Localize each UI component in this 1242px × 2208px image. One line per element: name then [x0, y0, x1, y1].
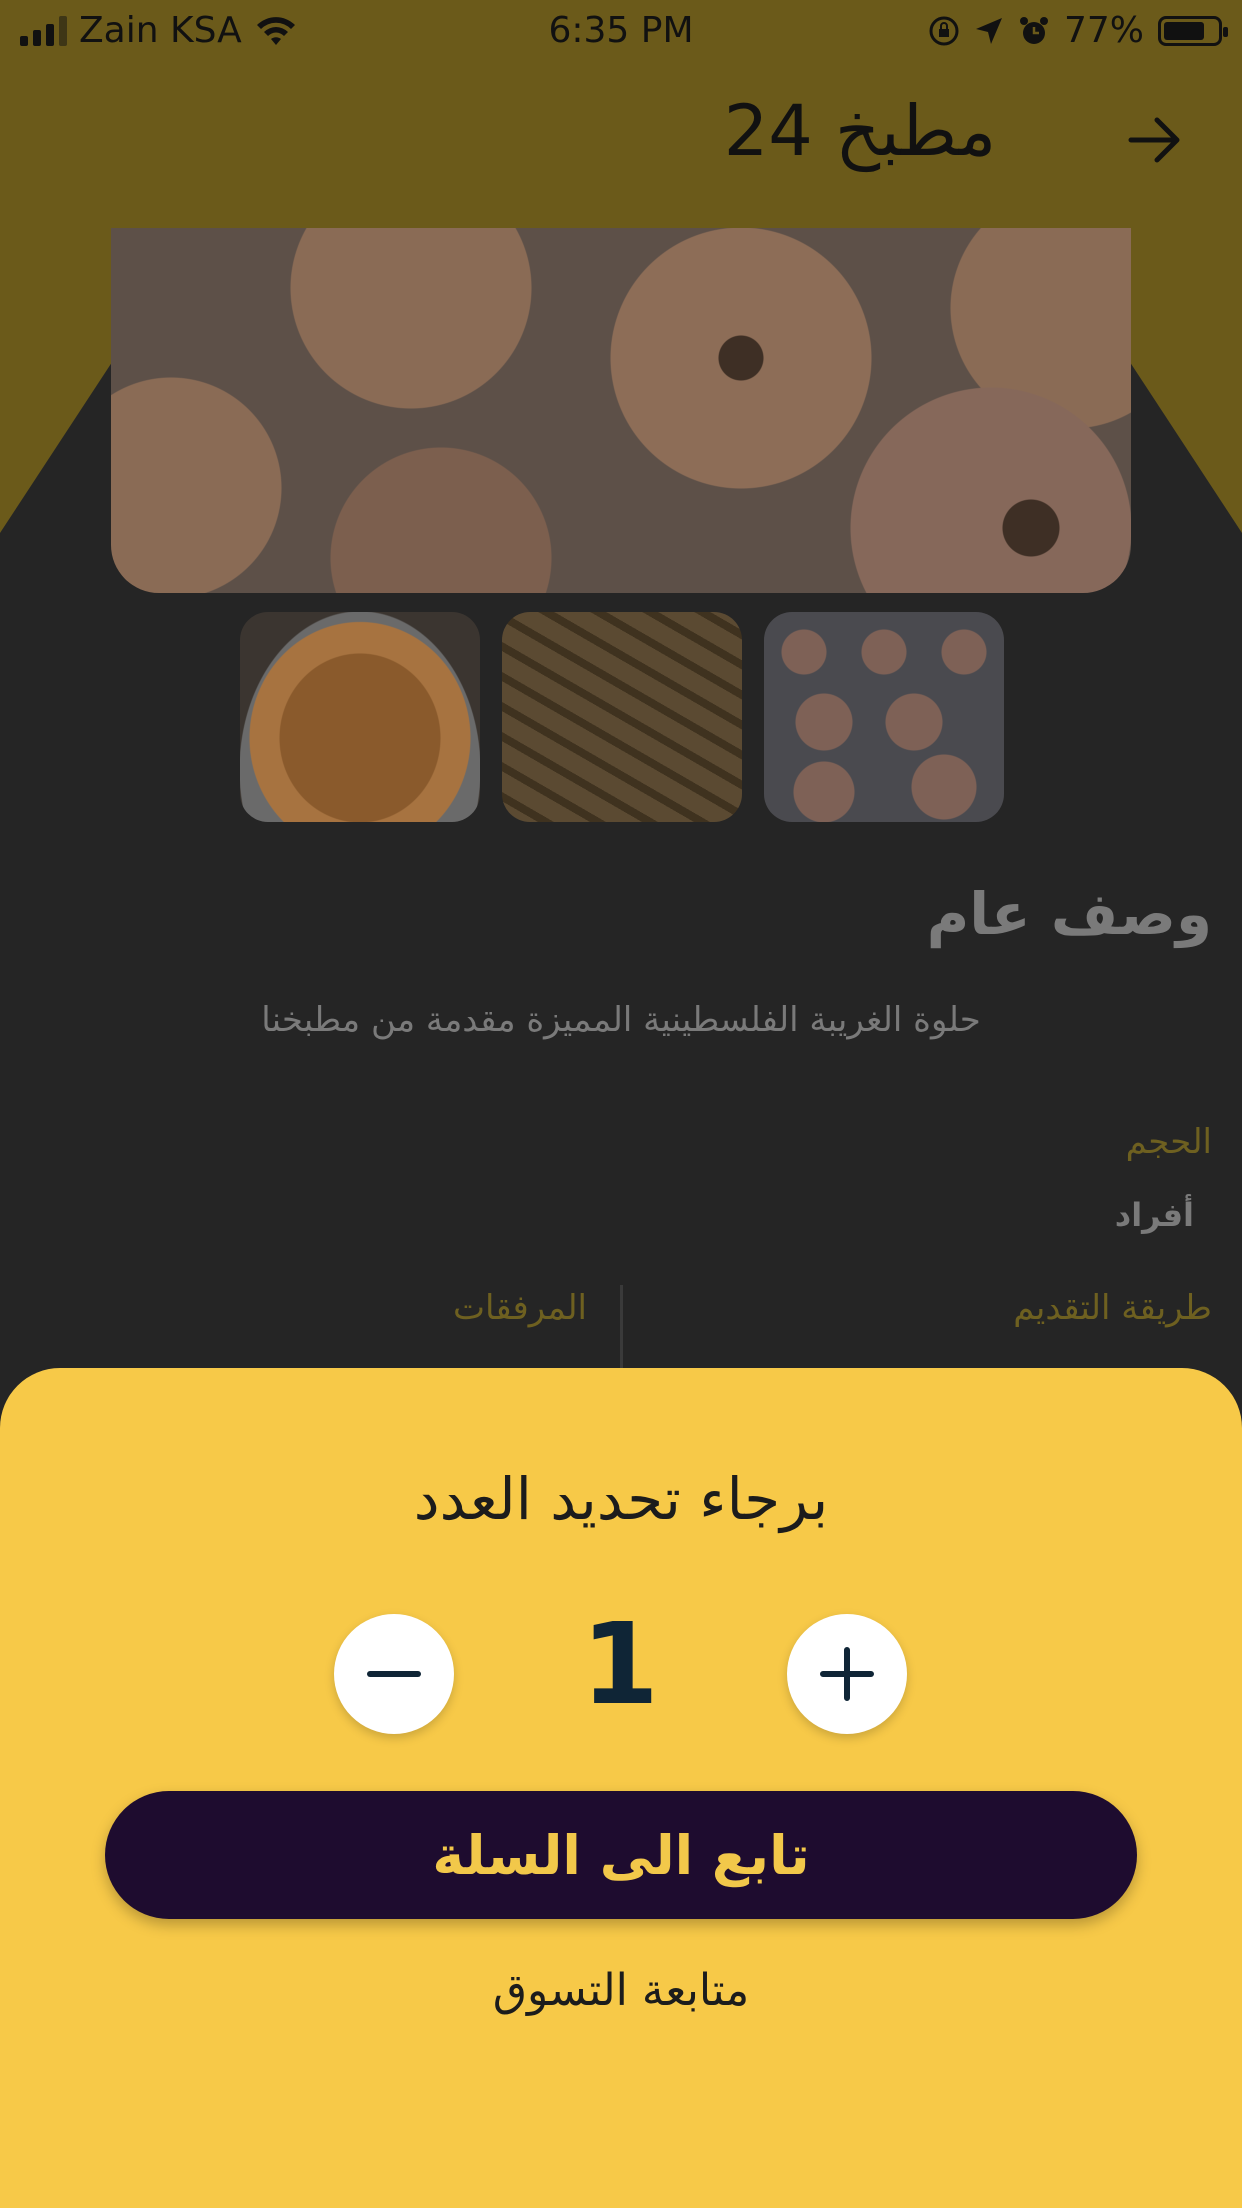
main-product-image[interactable]	[111, 228, 1131, 593]
plus-icon	[820, 1647, 874, 1701]
decrease-quantity-button[interactable]	[334, 1614, 454, 1734]
thumbnail-maamoul[interactable]	[764, 612, 1004, 822]
quantity-value: 1	[581, 1600, 659, 1730]
thumbnail-samosa[interactable]	[240, 612, 480, 822]
status-bar: Zain KSA 6:35 PM 77%	[0, 0, 1242, 62]
continue-to-cart-button[interactable]: تابع الى السلة	[105, 1791, 1137, 1919]
location-icon	[975, 17, 1002, 44]
section-title: وصف عام	[926, 880, 1212, 948]
status-right: 77%	[928, 10, 1228, 51]
sheet-title: برجاء تحديد العدد	[413, 1465, 829, 1533]
thumbnail-baklava[interactable]	[502, 612, 742, 822]
battery-percent: 77%	[1063, 10, 1144, 51]
details-divider	[620, 1285, 623, 1375]
accessories-label: المرفقات	[452, 1288, 587, 1328]
orientation-lock-icon	[929, 16, 959, 45]
size-value: أفراد	[1114, 1196, 1194, 1234]
battery-icon	[1158, 15, 1228, 46]
increase-quantity-button[interactable]	[787, 1614, 907, 1734]
alarm-icon	[1019, 16, 1048, 44]
serving-label: طريقة التقديم	[1013, 1288, 1212, 1328]
continue-shopping-link[interactable]: متابعة التسوق	[0, 1965, 1242, 2016]
arrow-right-icon[interactable]	[1125, 110, 1185, 170]
product-description: حلوة الغريبة الفلسطينية المميزة مقدمة من…	[261, 1000, 981, 1040]
minus-icon	[367, 1671, 421, 1677]
page-title: مطبخ 24	[723, 90, 997, 172]
size-label: الحجم	[1125, 1122, 1212, 1162]
thumbnail-strip	[240, 612, 1004, 822]
